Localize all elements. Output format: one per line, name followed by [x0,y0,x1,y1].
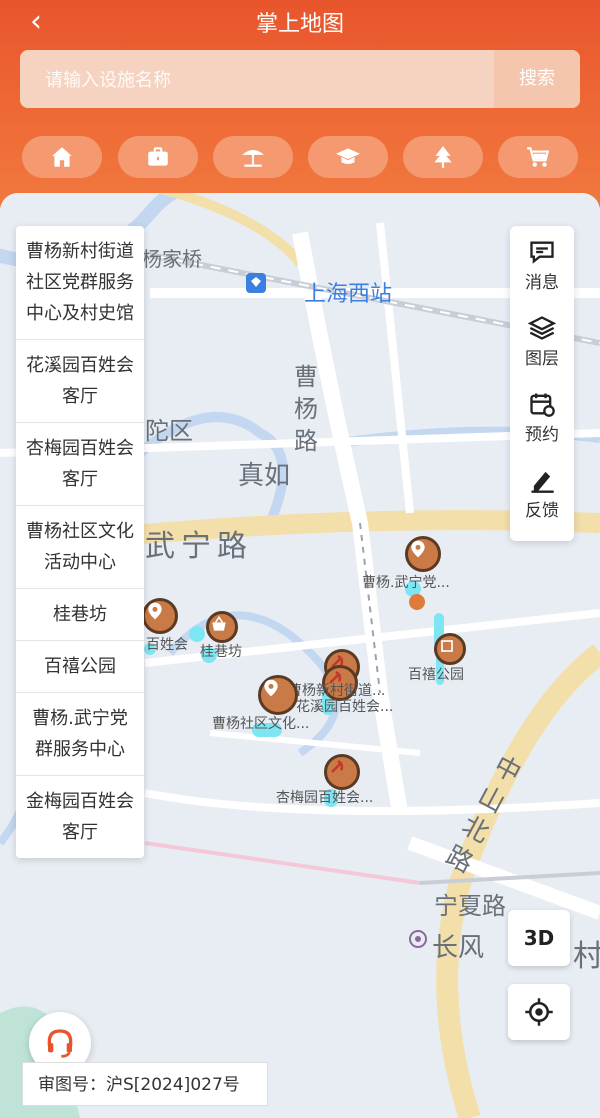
feedback-icon [531,471,554,493]
briefcase-icon [148,147,168,166]
locate-button[interactable] [508,984,570,1040]
home-icon [52,147,72,167]
map-tools-panel: 消息 图层 预约 反馈 [510,226,574,541]
basket-icon [212,615,226,631]
headset-icon [47,1029,73,1058]
map-approval-number: 审图号：沪S[2024]027号 [22,1062,268,1106]
poi-label: 杏梅园百姓会... [276,790,374,806]
poi-label: 百姓会 [146,637,188,653]
map-pin-party[interactable] [324,754,360,790]
poi-label: 曹杨社区文化... [212,716,310,732]
category-park[interactable] [403,136,483,178]
facility-list-item[interactable]: 曹杨新村街道社区党群服务中心及村史馆 [16,226,144,340]
map-pin-location[interactable] [258,675,298,715]
map-label-zhenru: 真如 [238,461,291,491]
map-label-village: 村 [573,939,600,974]
map-label-changfeng: 长风 [432,933,485,963]
category-work[interactable] [118,136,198,178]
tool-label: 预约 [525,425,559,445]
page-title: 掌上地图 [255,12,344,37]
tool-feedback[interactable]: 反馈 [510,458,574,534]
map-label-district: 陀区 [145,417,193,445]
poi-label: 桂巷坊 [200,644,242,660]
facility-list-item[interactable]: 桂巷坊 [16,589,144,641]
search-bar: 请输入设施名称 搜索 [20,50,580,108]
tool-layers[interactable]: 图层 [510,306,574,382]
location-pin-icon [264,679,278,697]
map-pin-location[interactable] [405,536,441,572]
calendar-icon [530,393,555,417]
map-pin-shop[interactable] [206,611,238,643]
category-bar [22,136,582,178]
tool-label: 反馈 [525,501,559,521]
map-label-station: 上海西站 [304,282,393,307]
facility-list-item[interactable]: 曹杨社区文化活动中心 [16,506,144,589]
crosshair-icon [525,998,553,1026]
map-label-caoyang-road: 曹杨路 [294,363,318,455]
facility-list-item[interactable]: 曹杨.武宁党群服务中心 [16,693,144,776]
poi-label: 百禧公园 [408,667,464,683]
poi-label: 曹杨.武宁党... [362,575,450,591]
map-label-wuning-road: 武宁路 [145,529,253,564]
category-home[interactable] [22,136,102,178]
category-education[interactable] [308,136,388,178]
facility-list-item[interactable]: 杏梅园百姓会客厅 [16,423,144,506]
3d-toggle-button[interactable]: 3D [508,910,570,966]
map-pin-location[interactable] [142,598,178,634]
location-pin-icon [148,602,162,620]
search-button[interactable]: 搜索 [494,50,580,108]
map-label-ningxia-road: 宁夏路 [434,892,506,920]
shopping-cart-icon [527,147,550,167]
category-shopping[interactable] [498,136,578,178]
poi-label: 花溪园百姓会... [296,699,394,715]
search-input[interactable]: 请输入设施名称 [45,66,171,92]
beach-umbrella-icon [242,149,264,167]
layers-icon [528,316,556,340]
park-icon [441,640,453,652]
map-pin-park[interactable] [434,633,466,665]
party-emblem-icon [331,760,344,773]
location-pin-icon [411,540,425,558]
graduation-cap-icon [336,148,360,165]
facility-list: 曹杨新村街道社区党群服务中心及村史馆 花溪园百姓会客厅 杏梅园百姓会客厅 曹杨社… [16,226,144,858]
tool-messages[interactable]: 消息 [510,230,574,306]
message-icon [530,241,554,264]
map-label-bridge: 杨家桥 [142,247,202,271]
tool-label: 图层 [525,349,559,369]
category-leisure[interactable] [213,136,293,178]
facility-list-item[interactable]: 百禧公园 [16,641,144,693]
tree-icon [434,146,452,168]
facility-list-item[interactable]: 花溪园百姓会客厅 [16,340,144,423]
tool-booking[interactable]: 预约 [510,382,574,458]
tool-label: 消息 [525,273,559,293]
facility-list-item[interactable]: 金梅园百姓会客厅 [16,776,144,858]
header: ‹ 掌上地图 请输入设施名称 搜索 [0,0,600,215]
